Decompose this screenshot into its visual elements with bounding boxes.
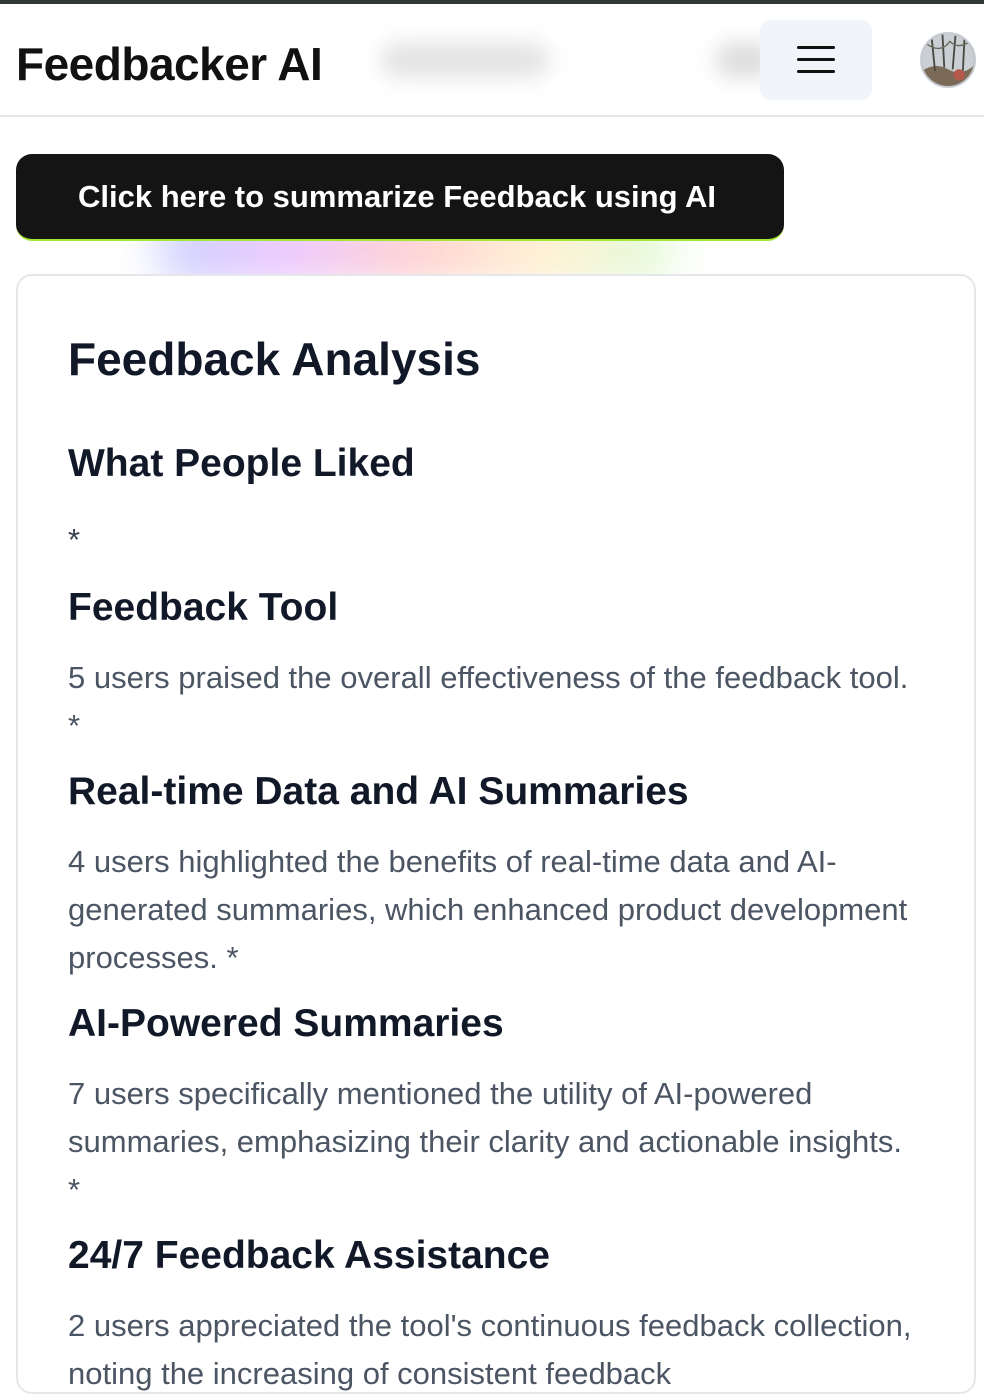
item-text: 4 users highlighted the benefits of real… <box>68 844 908 975</box>
avatar-image-icon <box>922 34 974 86</box>
summarize-cta-container: Click here to summarize Feedback using A… <box>16 154 784 284</box>
brand-logo-text[interactable]: Feedbacker AI <box>16 37 323 91</box>
user-avatar[interactable] <box>920 32 976 88</box>
item-heading: 24/7 Feedback Assistance <box>68 1234 550 1277</box>
summarize-feedback-button[interactable]: Click here to summarize Feedback using A… <box>16 154 784 241</box>
blurred-nav-item <box>380 42 550 78</box>
feedback-analysis-card: Feedback Analysis What People Liked * Fe… <box>16 274 976 1394</box>
hamburger-menu-icon <box>797 46 835 74</box>
menu-button[interactable] <box>760 20 872 100</box>
item-text: 5 users praised the overall effectivenes… <box>68 660 909 743</box>
analysis-title: Feedback Analysis <box>68 333 481 385</box>
item-heading: Feedback Tool <box>68 586 339 629</box>
item-heading: AI-Powered Summaries <box>68 1002 504 1045</box>
section-title: What People Liked <box>68 442 415 485</box>
bullet-marker: * <box>68 522 81 557</box>
item-text: 2 users appreciated the tool's continuou… <box>68 1308 912 1391</box>
item-text: 7 users specifically mentioned the utili… <box>68 1076 902 1207</box>
app-header: Feedbacker AI <box>0 4 984 117</box>
item-heading: Real-time Data and AI Summaries <box>68 770 689 813</box>
